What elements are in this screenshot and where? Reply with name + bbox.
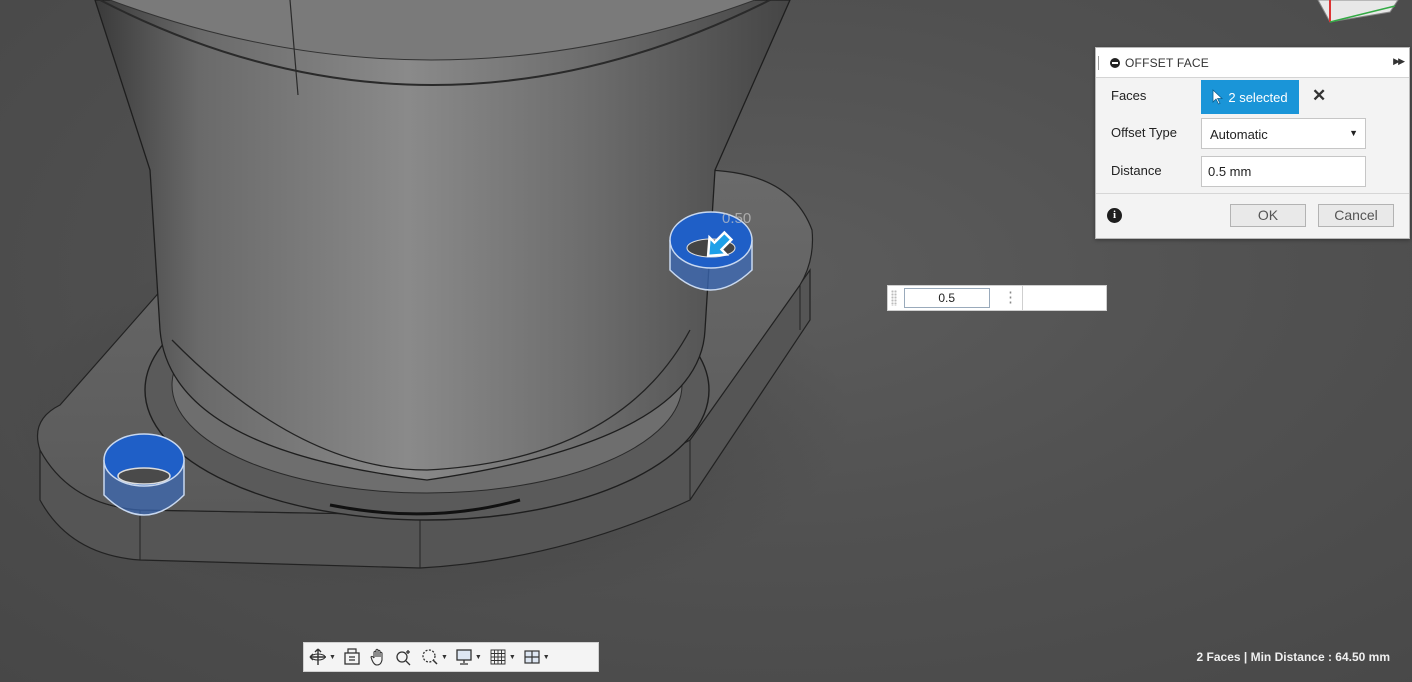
faces-row: Faces 2 selected ✕ (1096, 78, 1409, 114)
chevron-down-icon: ▼ (474, 653, 482, 661)
ok-button[interactable]: OK (1230, 204, 1306, 227)
clear-selection-icon[interactable]: ✕ (1312, 86, 1326, 106)
offset-type-dropdown[interactable]: Automatic ▼ (1201, 118, 1366, 149)
chevron-down-icon: ▼ (1349, 128, 1358, 138)
grid-button[interactable]: ▼ (488, 647, 516, 667)
cancel-button[interactable]: Cancel (1318, 204, 1394, 227)
dialog-divider (1096, 193, 1409, 194)
fit-icon (422, 649, 438, 665)
input-divider (1022, 286, 1023, 310)
pan-button[interactable] (368, 647, 388, 667)
distance-input[interactable] (1201, 156, 1366, 187)
chevron-down-icon: ▼ (329, 653, 336, 661)
offset-type-row: Offset Type Automatic ▼ (1096, 115, 1409, 151)
dialog-title: OFFSET FACE (1125, 55, 1209, 70)
faces-selection-count: 2 selected (1228, 89, 1288, 105)
viewports-icon (524, 650, 540, 664)
more-options-icon[interactable]: ⋮ (1003, 289, 1018, 307)
dialog-header[interactable]: OFFSET FACE ▶▶ (1096, 48, 1409, 78)
selected-face-left[interactable] (103, 433, 185, 516)
fit-button[interactable]: ▼ (420, 647, 448, 667)
pan-icon (370, 648, 383, 666)
expand-icon[interactable]: ▶▶ (1393, 56, 1405, 67)
display-settings-button[interactable]: ▼ (454, 647, 482, 667)
view-cube-icon[interactable] (1317, 0, 1399, 23)
orbit-icon (309, 648, 326, 665)
orbit-button[interactable]: ▼ (308, 647, 336, 667)
navigation-toolbar: ▼ ▼ ▼ ▼ ▼ (303, 642, 599, 672)
drag-handle-icon[interactable] (1098, 55, 1103, 70)
faces-selection-button[interactable]: 2 selected (1201, 80, 1299, 114)
look-at-button[interactable] (342, 647, 362, 667)
chevron-down-icon: ▼ (508, 653, 516, 661)
grid-icon (490, 649, 506, 665)
offset-dimension-label: 0.50 (722, 210, 752, 227)
zoom-button[interactable] (394, 647, 414, 667)
viewports-button[interactable]: ▼ (522, 647, 550, 667)
status-bar-text: 2 Faces | Min Distance : 64.50 mm (1196, 650, 1390, 664)
floating-distance-input-box: ⋮ (887, 285, 1107, 311)
collapse-icon[interactable] (1110, 57, 1120, 68)
chevron-down-icon: ▼ (542, 653, 550, 661)
cursor-arrow-icon (1212, 89, 1224, 105)
offset-type-label: Offset Type (1111, 125, 1178, 140)
info-icon[interactable]: i (1107, 208, 1122, 223)
floating-distance-input[interactable] (904, 288, 990, 308)
display-settings-icon (456, 649, 472, 665)
faces-label: Faces (1111, 88, 1147, 103)
offset-face-dialog: OFFSET FACE ▶▶ Faces 2 selected ✕ Offset… (1095, 47, 1410, 239)
offset-type-value: Automatic (1210, 127, 1268, 142)
distance-label: Distance (1111, 163, 1162, 178)
distance-row: Distance (1096, 153, 1409, 189)
zoom-icon (396, 650, 411, 666)
look-at-icon (344, 648, 360, 665)
chevron-down-icon: ▼ (440, 653, 448, 661)
drag-grip-icon[interactable] (891, 290, 897, 306)
